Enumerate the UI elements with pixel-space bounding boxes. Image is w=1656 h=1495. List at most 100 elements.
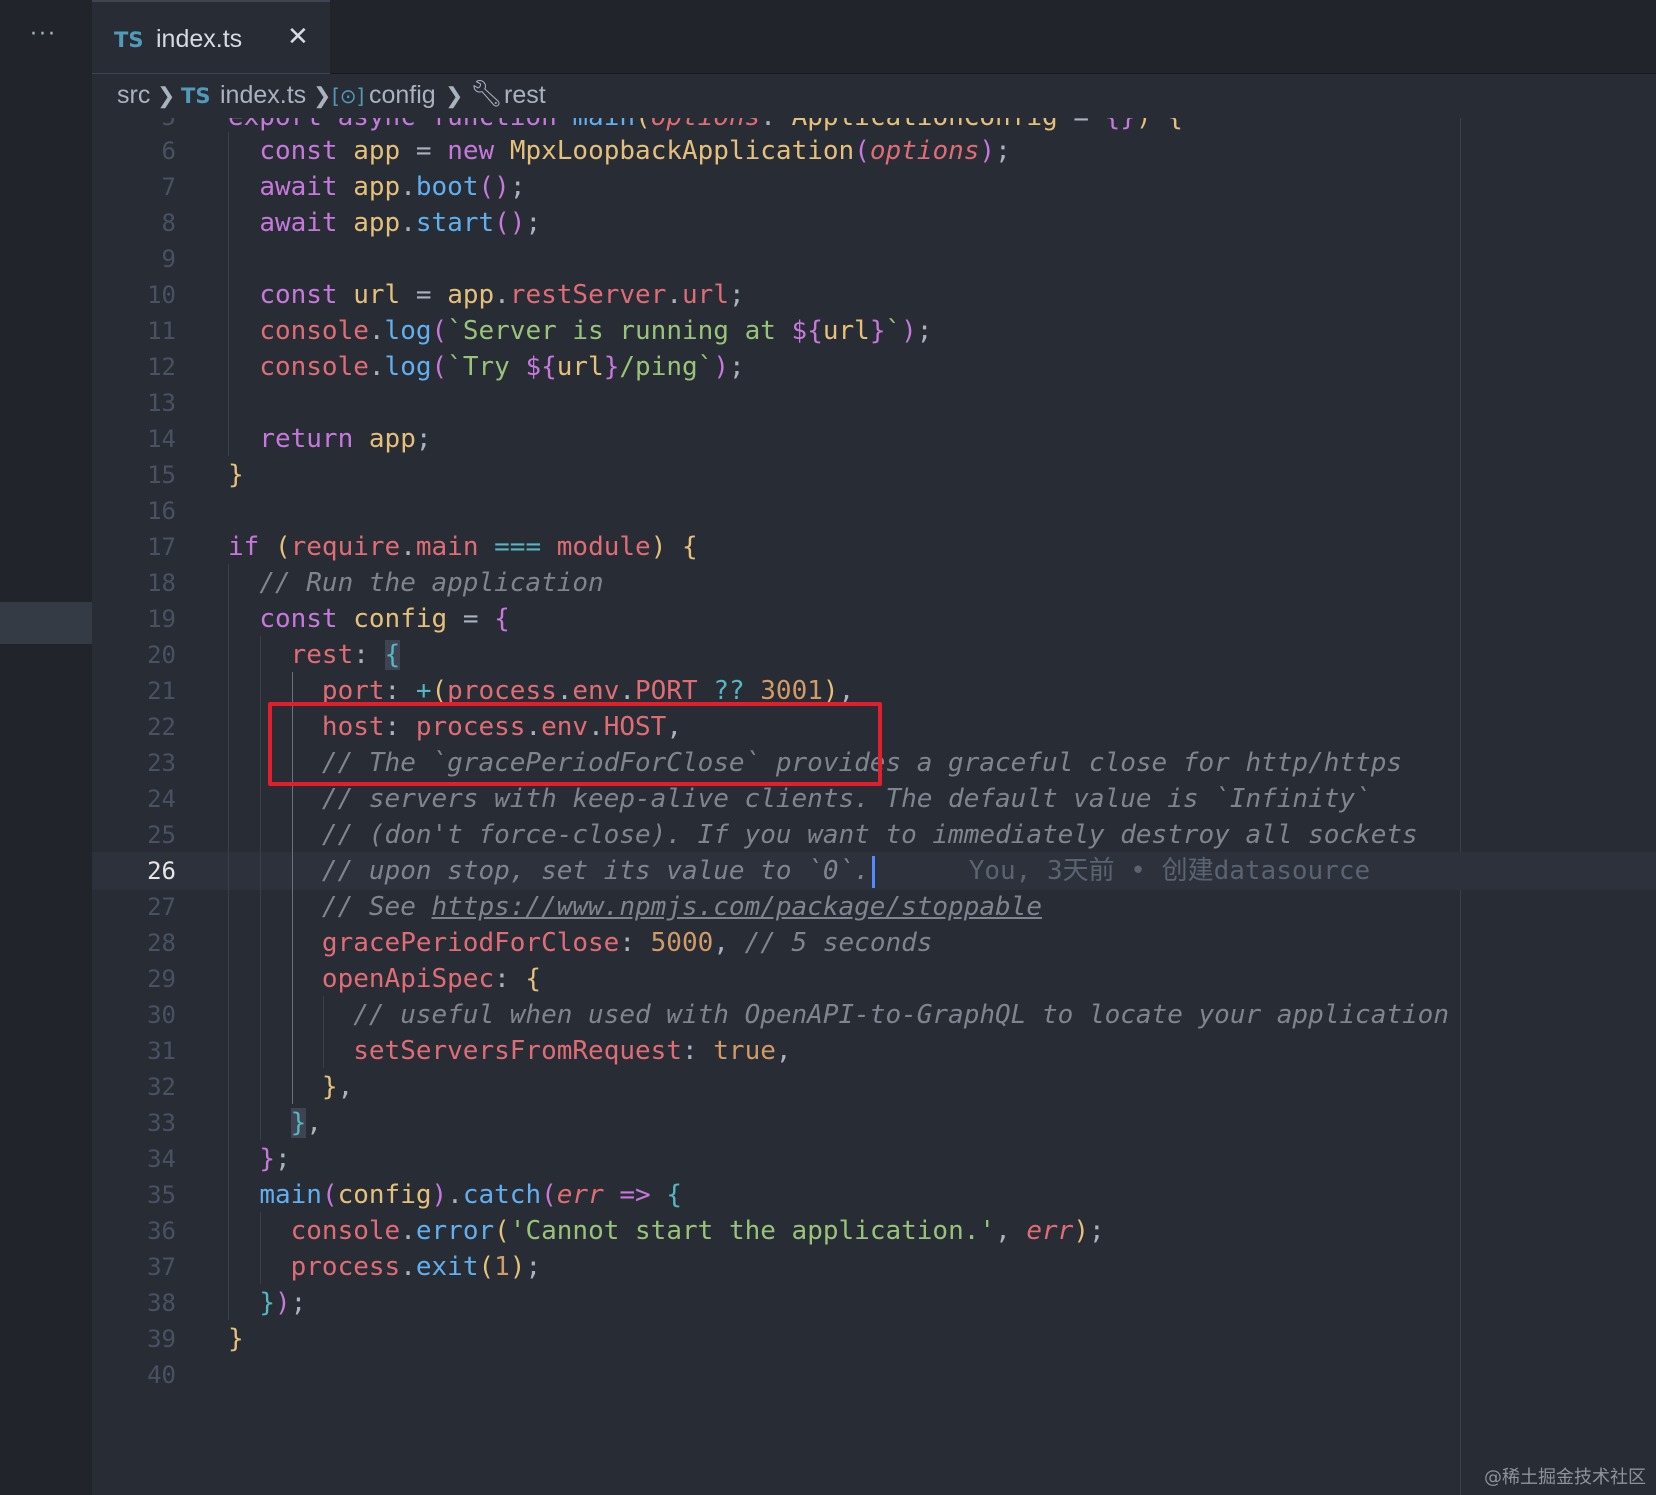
code-line: 35 main(config).catch(err => {	[92, 1176, 1656, 1214]
line-number: 31	[147, 1037, 176, 1065]
code-line: 36 console.error('Cannot start the appli…	[92, 1212, 1656, 1250]
line-number: 32	[147, 1073, 176, 1101]
line-number: 26	[147, 857, 176, 885]
line-content: // See https://www.npmjs.com/package/sto…	[228, 888, 1042, 926]
text-cursor	[871, 855, 875, 888]
line-number: 30	[147, 1001, 176, 1029]
code-line: 39 }	[92, 1320, 1656, 1358]
indent-guide	[228, 132, 229, 456]
code-line: 7 await app.boot();	[92, 168, 1656, 206]
line-content: return app;	[259, 424, 432, 454]
line-number: 7	[161, 173, 176, 201]
code-line: 11 console.log(`Server is running at ${u…	[92, 312, 1656, 350]
line-number: 27	[147, 893, 176, 921]
line-content: console.log(`Try ${url}/ping`);	[259, 352, 745, 382]
wrench-icon: 🔧︎	[470, 79, 504, 109]
chevron-right-icon: ❯	[157, 83, 176, 108]
code-line: 16	[92, 492, 1656, 530]
line-number: 37	[147, 1253, 176, 1281]
line-number: 33	[147, 1109, 176, 1137]
close-icon[interactable]: ✕	[287, 22, 309, 52]
line-number: 13	[147, 389, 176, 417]
line-number: 40	[147, 1361, 176, 1389]
code-line: 38 });	[92, 1284, 1656, 1322]
line-number: 21	[147, 677, 176, 705]
breadcrumb-symbol[interactable]: config	[369, 81, 436, 110]
code-comment: // upon stop, set its value to `0`.	[321, 856, 870, 886]
line-number: 24	[147, 785, 176, 813]
code-line: 30 // useful when used with OpenAPI-to-G…	[92, 996, 1656, 1034]
code-line: 25 // (don't force-close). If you want t…	[92, 816, 1656, 854]
line-number: 35	[147, 1181, 176, 1209]
code-line: 32 },	[92, 1068, 1656, 1106]
code-line: 8 await app.start();	[92, 204, 1656, 242]
breadcrumb-file[interactable]: index.ts	[220, 81, 306, 110]
current-line: 26 // upon stop, set its value to `0`. Y…	[92, 852, 1656, 890]
line-number: 23	[147, 749, 176, 777]
code-line: 31 setServersFromRequest: true,	[92, 1032, 1656, 1070]
line-content: if (require.main === module) {	[228, 532, 698, 562]
indent-guide	[260, 636, 261, 1140]
line-number: 22	[147, 713, 176, 741]
line-content: // (don't force-close). If you want to i…	[228, 816, 1418, 854]
code-line: 9	[92, 240, 1656, 278]
line-content: // upon stop, set its value to `0`. You,…	[228, 852, 1370, 890]
line-number: 20	[147, 641, 176, 669]
line-content: const url = app.restServer.url;	[259, 280, 745, 310]
breadcrumb-folder[interactable]: src	[117, 81, 150, 110]
activity-bar: ···	[0, 0, 92, 1495]
line-content: // Run the application	[228, 564, 604, 602]
line-content: openApiSpec: {	[321, 964, 542, 994]
line-content: setServersFromRequest: true,	[353, 1036, 792, 1066]
line-content: await app.boot();	[259, 172, 526, 202]
breadcrumb-property[interactable]: rest	[504, 81, 546, 110]
line-number: 17	[147, 533, 176, 561]
tab-bar: TS index.ts ✕	[92, 0, 1656, 75]
typescript-file-icon: TS	[181, 84, 211, 108]
code-editor[interactable]: 5 export async function main(options: Ap…	[92, 118, 1656, 1495]
line-number: 38	[147, 1289, 176, 1317]
line-content: },	[290, 1108, 322, 1138]
line-content: rest: {	[290, 640, 401, 670]
line-content: console.log(`Server is running at ${url}…	[259, 316, 933, 346]
line-number: 29	[147, 965, 176, 993]
chevron-right-icon: ❯	[313, 83, 332, 108]
line-content: }	[228, 460, 244, 490]
code-line: 27 // See https://www.npmjs.com/package/…	[92, 888, 1656, 926]
code-comment: // useful when used with OpenAPI-to-Grap…	[353, 1000, 1449, 1030]
code-comment: // Run the application	[259, 568, 604, 598]
line-number: 36	[147, 1217, 176, 1245]
chevron-right-icon: ❯	[445, 83, 464, 108]
line-content: gracePeriodForClose: 5000, // 5 seconds	[321, 928, 933, 958]
code-line: 10 const url = app.restServer.url;	[92, 276, 1656, 314]
line-content: main(config).catch(err => {	[259, 1180, 683, 1210]
line-number: 25	[147, 821, 176, 849]
line-number: 19	[147, 605, 176, 633]
line-content: process.exit(1);	[290, 1252, 542, 1282]
breadcrumb: src ❯ TS index.ts ❯ [⊙] config ❯ 🔧︎ rest	[92, 74, 1656, 118]
line-content: console.error('Cannot start the applicat…	[290, 1216, 1105, 1246]
code-line: 13	[92, 384, 1656, 422]
line-number: 8	[161, 209, 176, 237]
code-line: 14 return app;	[92, 420, 1656, 458]
code-line: 33 },	[92, 1104, 1656, 1142]
tab-index-ts[interactable]: TS index.ts ✕	[92, 0, 330, 75]
code-line: 19 const config = {	[92, 600, 1656, 638]
code-line: 40	[92, 1356, 1656, 1394]
line-content: // useful when used with OpenAPI-to-Grap…	[228, 996, 1449, 1034]
comment-link[interactable]: https://www.npmjs.com/package/stoppable	[432, 892, 1042, 922]
red-highlight-annotation	[268, 702, 882, 786]
line-number: 34	[147, 1145, 176, 1173]
code-line: 20 rest: {	[92, 636, 1656, 674]
typescript-file-icon: TS	[114, 28, 144, 52]
code-comment: // (don't force-close). If you want to i…	[321, 820, 1418, 850]
code-line: 12 console.log(`Try ${url}/ping`);	[92, 348, 1656, 386]
code-line: 34 };	[92, 1140, 1656, 1178]
line-number: 28	[147, 929, 176, 957]
more-actions-icon[interactable]: ···	[30, 22, 57, 47]
indent-guide	[323, 996, 324, 1068]
code-line: 15 }	[92, 456, 1656, 494]
watermark: @稀土掘金技术社区	[1484, 1467, 1646, 1488]
code-comment: // See	[321, 892, 432, 922]
code-line: 18 // Run the application	[92, 564, 1656, 602]
